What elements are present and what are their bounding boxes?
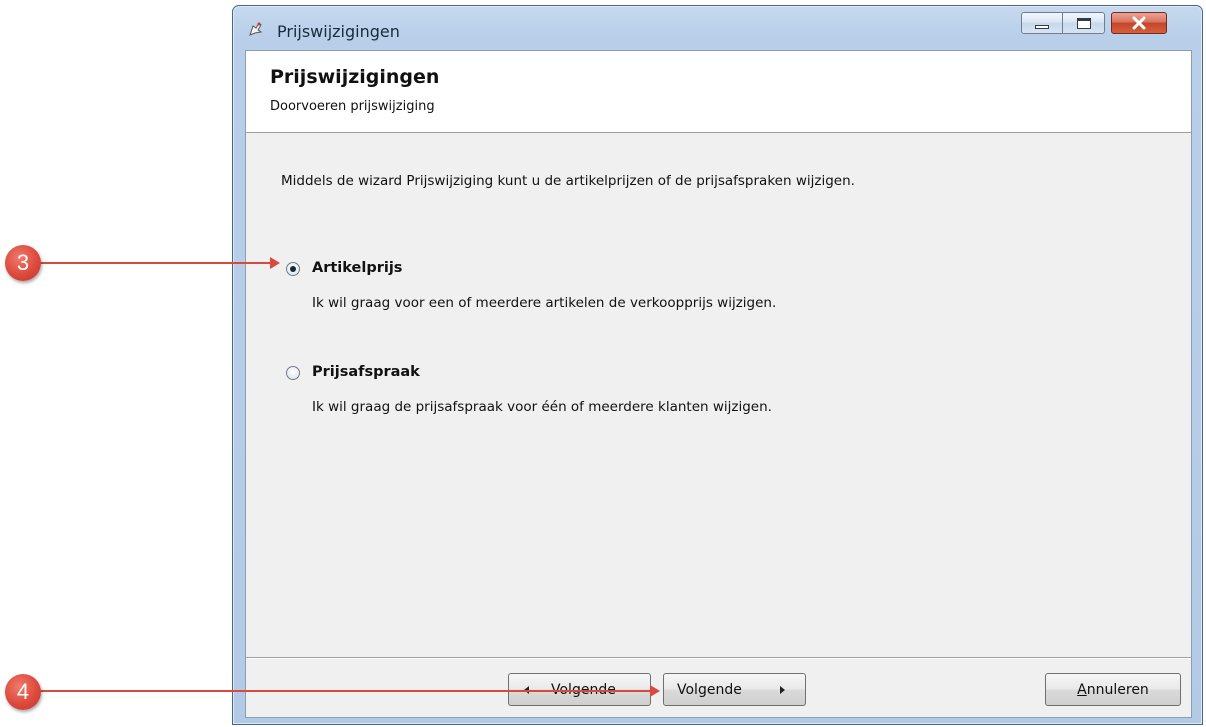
- maximize-button[interactable]: [1063, 12, 1105, 34]
- cancel-button[interactable]: Annuleren: [1045, 673, 1181, 706]
- callout-badge-3: 3: [5, 245, 41, 281]
- close-icon: [1132, 16, 1146, 30]
- footer-divider: [246, 657, 1191, 659]
- maximize-icon: [1076, 17, 1091, 29]
- chevron-right-icon: [780, 686, 785, 694]
- option-description: Ik wil graag voor een of meerdere artike…: [312, 295, 777, 311]
- window-title: Prijswijzigingen: [277, 22, 400, 41]
- intro-text: Middels de wizard Prijswijziging kunt u …: [281, 173, 855, 189]
- wizard-header: Prijswijzigingen Doorvoeren prijswijzigi…: [246, 51, 1191, 133]
- option-label[interactable]: Artikelprijs: [312, 260, 402, 276]
- minimize-button[interactable]: [1021, 12, 1063, 34]
- radio-selected-dot: [290, 266, 296, 272]
- close-button[interactable]: [1111, 12, 1167, 34]
- wizard-client-area: Prijswijzigingen Doorvoeren prijswijzigi…: [245, 50, 1192, 718]
- cancel-button-label: Annuleren: [1077, 682, 1149, 698]
- minimize-icon: [1035, 25, 1049, 29]
- annotation-arrow-4: [40, 690, 650, 692]
- radio-artikelprijs[interactable]: [286, 262, 300, 276]
- arrow-head-icon: [650, 685, 660, 697]
- page-title: Prijswijzigingen: [270, 66, 440, 88]
- annotation-arrow-3: [40, 262, 270, 264]
- app-icon: [249, 22, 263, 36]
- arrow-head-icon: [270, 257, 280, 269]
- next-button[interactable]: Volgende: [663, 673, 806, 706]
- page-subtitle: Doorvoeren prijswijziging: [270, 99, 435, 114]
- radio-prijsafspraak[interactable]: [286, 366, 300, 380]
- option-description: Ik wil graag de prijsafspraak voor één o…: [312, 399, 772, 415]
- callout-badge-4: 4: [5, 674, 41, 710]
- next-button-label: Volgende: [677, 682, 742, 698]
- option-label[interactable]: Prijsafspraak: [312, 364, 420, 380]
- wizard-window: Prijswijzigingen Prijswijzigingen Doorvo…: [232, 5, 1203, 725]
- title-bar[interactable]: Prijswijzigingen: [233, 6, 1202, 46]
